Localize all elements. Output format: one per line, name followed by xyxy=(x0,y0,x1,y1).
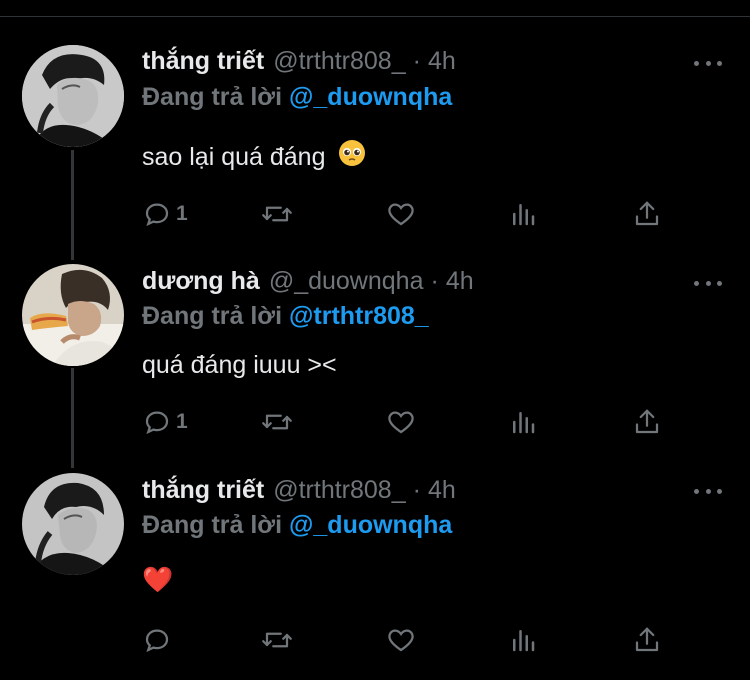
mention-link[interactable]: @_duownqha xyxy=(289,83,452,111)
replying-to-label: Đang trả lời xyxy=(142,302,283,330)
replying-to: Đang trả lời @_duownqha xyxy=(142,511,452,540)
reply-count: 1 xyxy=(176,202,188,225)
retweet-button[interactable] xyxy=(260,623,294,657)
share-button[interactable] xyxy=(632,623,662,657)
share-button[interactable] xyxy=(632,405,662,439)
tweet[interactable]: dương hà @_duownqha · 4h Đang trả lời @tr… xyxy=(0,250,750,460)
retweet-icon xyxy=(260,199,294,229)
mention-link[interactable]: @trthtr808_ xyxy=(289,302,429,330)
tweet[interactable]: thắng triết @trthtr808_ · 4h Đang trả lờ… xyxy=(0,0,750,250)
analytics-button[interactable] xyxy=(508,405,538,439)
like-button[interactable] xyxy=(386,405,416,439)
replying-to: Đang trả lời @trthtr808_ xyxy=(142,302,429,331)
like-icon xyxy=(386,407,416,437)
reply-icon xyxy=(142,625,172,655)
retweet-icon xyxy=(260,625,294,655)
separator-dot: · xyxy=(412,475,421,504)
reply-button[interactable] xyxy=(142,623,176,657)
action-bar: 1 xyxy=(142,197,672,231)
share-icon xyxy=(632,625,662,655)
retweet-icon xyxy=(260,407,294,437)
avatar[interactable] xyxy=(22,264,124,366)
analytics-icon xyxy=(508,199,538,229)
author-handle[interactable]: @trthtr808_ xyxy=(273,476,405,505)
timestamp[interactable]: 4h xyxy=(428,47,456,76)
more-icon[interactable] xyxy=(694,278,722,288)
separator-dot: · xyxy=(412,46,421,75)
action-bar: 1 xyxy=(142,405,672,439)
share-button[interactable] xyxy=(632,197,662,231)
avatar[interactable] xyxy=(22,45,124,147)
author-name[interactable]: dương hà xyxy=(142,267,260,296)
reply-icon xyxy=(142,407,172,437)
tweet-text: ❤️ xyxy=(142,566,173,595)
like-icon xyxy=(386,199,416,229)
replying-to: Đang trả lời @_duownqha xyxy=(142,83,452,112)
tweet-text-content: sao lại quá đáng xyxy=(142,143,326,172)
tweet-text-content: quá đáng iuuu >< xyxy=(142,351,337,379)
author-handle[interactable]: @trthtr808_ xyxy=(273,47,405,76)
reply-button[interactable]: 1 xyxy=(142,405,188,439)
analytics-icon xyxy=(508,407,538,437)
retweet-button[interactable] xyxy=(260,197,294,231)
action-bar xyxy=(142,623,672,657)
author-name[interactable]: thắng triết xyxy=(142,47,264,76)
analytics-button[interactable] xyxy=(508,623,538,657)
more-icon[interactable] xyxy=(694,486,722,496)
analytics-icon xyxy=(508,625,538,655)
share-icon xyxy=(632,407,662,437)
like-button[interactable] xyxy=(386,197,416,231)
tweet[interactable]: thắng triết @trthtr808_ · 4h Đang trả lờ… xyxy=(0,460,750,680)
share-icon xyxy=(632,199,662,229)
reply-button[interactable]: 1 xyxy=(142,197,188,231)
author-name[interactable]: thắng triết xyxy=(142,476,264,505)
mention-link[interactable]: @_duownqha xyxy=(289,511,452,539)
replying-to-label: Đang trả lời xyxy=(142,83,283,111)
pleading-face-icon xyxy=(338,139,366,174)
separator-dot: · xyxy=(430,266,439,295)
replying-to-label: Đang trả lời xyxy=(142,511,283,539)
retweet-button[interactable] xyxy=(260,405,294,439)
analytics-button[interactable] xyxy=(508,197,538,231)
timestamp[interactable]: 4h xyxy=(428,476,456,505)
tweet-header: thắng triết @trthtr808_ · 4h xyxy=(142,44,456,78)
tweet-header: thắng triết @trthtr808_ · 4h xyxy=(142,473,456,507)
more-icon[interactable] xyxy=(694,58,722,68)
reply-icon xyxy=(142,199,172,229)
tweet-text: quá đáng iuuu >< xyxy=(142,351,337,380)
author-handle[interactable]: @_duownqha xyxy=(269,267,424,296)
tweet-text: sao lại quá đáng xyxy=(142,139,366,176)
heart-emoji-icon: ❤️ xyxy=(142,566,174,594)
reply-count: 1 xyxy=(176,410,188,433)
like-button[interactable] xyxy=(386,623,416,657)
like-icon xyxy=(386,625,416,655)
tweet-header: dương hà @_duownqha · 4h xyxy=(142,264,474,298)
timestamp[interactable]: 4h xyxy=(446,267,474,296)
avatar[interactable] xyxy=(22,473,124,575)
